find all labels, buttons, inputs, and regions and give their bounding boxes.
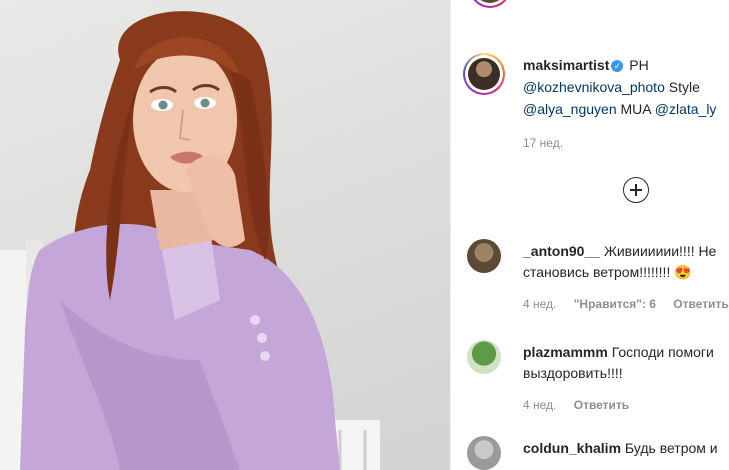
comment-likes[interactable]: "Нравится": 6: [574, 297, 656, 311]
comments-pane: maksimartist ✓ PH @kozhevnikova_photo Sty…: [451, 0, 729, 470]
comment-meta: 4 нед. Ответить: [523, 398, 643, 412]
header-avatar[interactable]: [469, 0, 511, 8]
heart-eyes-emoji: 😍: [674, 264, 692, 280]
caption-prefix: PH: [629, 57, 649, 73]
reply-button[interactable]: Ответить: [673, 297, 728, 311]
comment-time[interactable]: 4 нед.: [523, 398, 556, 412]
post-time[interactable]: 17 нед.: [523, 136, 563, 150]
comment-line-2: становись ветром!!!!!!!! 😍: [523, 261, 692, 283]
commenter-avatar[interactable]: [467, 239, 501, 273]
author-username[interactable]: maksimartist: [523, 57, 609, 73]
comment-text: Господи помоги: [611, 344, 714, 360]
mua-link[interactable]: @zlata_ly: [655, 101, 717, 117]
commenter-avatar[interactable]: [467, 436, 501, 470]
photo-illustration: [0, 11, 380, 470]
caption-line-3: @alya_nguyen MUA @zlata_ly: [523, 98, 716, 120]
caption-line-2: @kozhevnikova_photo Style: [523, 76, 700, 98]
style-label: Style: [668, 79, 700, 95]
comment-line-1: plazmammm Господи помоги: [523, 341, 714, 363]
mua-label: MUA: [620, 101, 651, 117]
verified-badge-icon: ✓: [611, 60, 624, 72]
comment-username[interactable]: coldun_khalim: [523, 440, 621, 456]
reply-button[interactable]: Ответить: [574, 398, 629, 412]
comment-line-2: выздоровить!!!!: [523, 362, 623, 384]
photographer-link[interactable]: @kozhevnikova_photo: [523, 79, 665, 95]
comment-username[interactable]: _anton90__: [523, 243, 600, 259]
caption-line-1: maksimartist ✓ PH: [523, 54, 649, 76]
post-photo[interactable]: [0, 0, 450, 470]
plus-circle-icon[interactable]: [623, 177, 649, 203]
comment-line-1: _anton90__ Живииииии!!!! Не: [523, 240, 716, 262]
author-avatar[interactable]: [463, 53, 505, 95]
comment-text-cont: выздоровить!!!!: [523, 365, 623, 381]
stylist-link[interactable]: @alya_nguyen: [523, 101, 617, 117]
comment-text: Живииииии!!!! Не: [603, 243, 717, 259]
comment-text: Будь ветром и: [624, 440, 718, 456]
comment-line-1: coldun_khalim Будь ветром и: [523, 437, 718, 459]
comment-text-cont: становись ветром!!!!!!!!: [523, 264, 671, 280]
comment-time[interactable]: 4 нед.: [523, 297, 556, 311]
commenter-avatar[interactable]: [467, 340, 501, 374]
comment-username[interactable]: plazmammm: [523, 344, 608, 360]
comment-meta: 4 нед. "Нравится": 6 Ответить: [523, 297, 729, 311]
